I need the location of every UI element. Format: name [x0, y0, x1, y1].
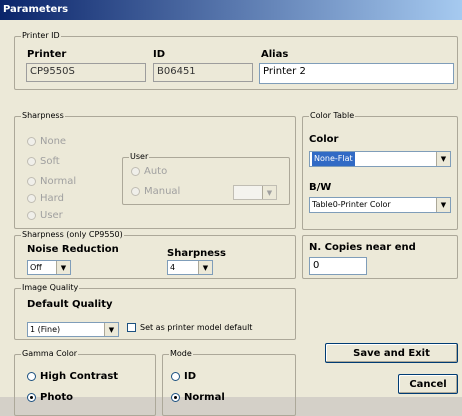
checkbox-icon — [127, 323, 136, 332]
sharpness-soft-radio[interactable]: Soft — [27, 156, 60, 167]
chevron-down-icon: ▼ — [262, 186, 276, 199]
mode-legend: Mode — [169, 349, 193, 359]
noise-reduction-value: Off — [30, 263, 42, 272]
radio-icon — [131, 187, 140, 196]
gamma-photo-radio[interactable]: Photo — [27, 392, 73, 403]
sharpness-hard-radio[interactable]: Hard — [27, 193, 64, 204]
model-default-label: Set as printer model default — [140, 323, 253, 332]
gamma-color-group: Gamma Color — [14, 349, 156, 416]
radio-icon — [27, 194, 36, 203]
window-title: Parameters — [0, 0, 462, 20]
bw-label: B/W — [309, 182, 332, 193]
sharpness-normal-radio[interactable]: Normal — [27, 176, 76, 187]
printer-label: Printer — [27, 49, 67, 60]
radio-selected-icon — [27, 393, 36, 402]
mode-group: Mode — [162, 349, 296, 416]
parameters-dialog: Printer ID Printer ID Alias CP9550S B064… — [0, 20, 462, 416]
sharpness-select-value: 4 — [170, 263, 176, 272]
color-table-legend: Color Table — [309, 111, 356, 121]
default-quality-select[interactable]: 1 (Fine) ▼ — [27, 322, 119, 337]
sharpness-legend: Sharpness — [21, 111, 65, 121]
mode-id-radio[interactable]: ID — [171, 371, 196, 382]
mode-id-label: ID — [184, 371, 197, 382]
user-legend: User — [129, 152, 150, 162]
bw-select-value: Table0-Printer Color — [312, 200, 391, 209]
radio-icon — [131, 167, 140, 176]
radio-icon — [27, 137, 36, 146]
user-auto-label: Auto — [144, 166, 168, 177]
sharpness-user-radio[interactable]: User — [27, 210, 63, 221]
gamma-photo-label: Photo — [40, 392, 73, 403]
copies-field[interactable]: 0 — [309, 257, 367, 275]
manual-select[interactable]: ▼ — [233, 185, 277, 200]
image-quality-legend: Image Quality — [21, 283, 80, 293]
color-label: Color — [309, 134, 339, 145]
radio-icon — [27, 177, 36, 186]
default-quality-label: Default Quality — [27, 299, 113, 310]
gamma-high-contrast-radio[interactable]: High Contrast — [27, 371, 118, 382]
sharpness-select[interactable]: 4 ▼ — [167, 260, 213, 275]
default-quality-value: 1 (Fine) — [30, 325, 61, 334]
bw-select[interactable]: Table0-Printer Color ▼ — [309, 197, 451, 213]
id-label: ID — [153, 49, 166, 60]
chevron-down-icon: ▼ — [198, 261, 212, 274]
color-select[interactable]: None-Flat ▼ — [309, 151, 451, 167]
radio-icon — [171, 372, 180, 381]
chevron-down-icon: ▼ — [104, 323, 118, 336]
printer-id-legend: Printer ID — [21, 31, 61, 41]
chevron-down-icon: ▼ — [436, 198, 450, 212]
user-manual-label: Manual — [144, 186, 181, 197]
gamma-high-contrast-label: High Contrast — [40, 371, 119, 382]
alias-field[interactable]: Printer 2 — [259, 63, 454, 84]
sharpness-cp9550-legend: Sharpness (only CP9550) — [21, 230, 124, 240]
cancel-button[interactable]: Cancel — [398, 374, 458, 394]
sharpness-user-label: User — [40, 210, 63, 221]
user-manual-radio[interactable]: Manual — [131, 186, 180, 197]
alias-label: Alias — [261, 49, 289, 60]
gamma-color-legend: Gamma Color — [21, 349, 79, 359]
radio-icon — [27, 372, 36, 381]
user-auto-radio[interactable]: Auto — [131, 166, 167, 177]
mode-normal-label: Normal — [184, 392, 225, 403]
save-and-exit-button[interactable]: Save and Exit — [325, 343, 458, 363]
radio-icon — [27, 157, 36, 166]
copies-label: N. Copies near end — [309, 242, 416, 253]
chevron-down-icon: ▼ — [56, 261, 70, 274]
chevron-down-icon: ▼ — [436, 152, 450, 166]
mode-normal-radio[interactable]: Normal — [171, 392, 225, 403]
sharpness-hard-label: Hard — [40, 193, 64, 204]
noise-reduction-label: Noise Reduction — [27, 244, 119, 255]
radio-icon — [27, 211, 36, 220]
radio-selected-icon — [171, 393, 180, 402]
sharpness-none-label: None — [40, 136, 67, 147]
sharpness-normal-label: Normal — [40, 176, 77, 187]
noise-reduction-select[interactable]: Off ▼ — [27, 260, 71, 275]
sharpness-value-label: Sharpness — [167, 248, 226, 259]
sharpness-soft-label: Soft — [40, 156, 60, 167]
model-default-checkbox[interactable]: Set as printer model default — [127, 323, 252, 332]
color-select-value: None-Flat — [312, 152, 355, 166]
printer-field: CP9550S — [26, 63, 146, 82]
sharpness-none-radio[interactable]: None — [27, 136, 66, 147]
id-field: B06451 — [153, 63, 253, 82]
